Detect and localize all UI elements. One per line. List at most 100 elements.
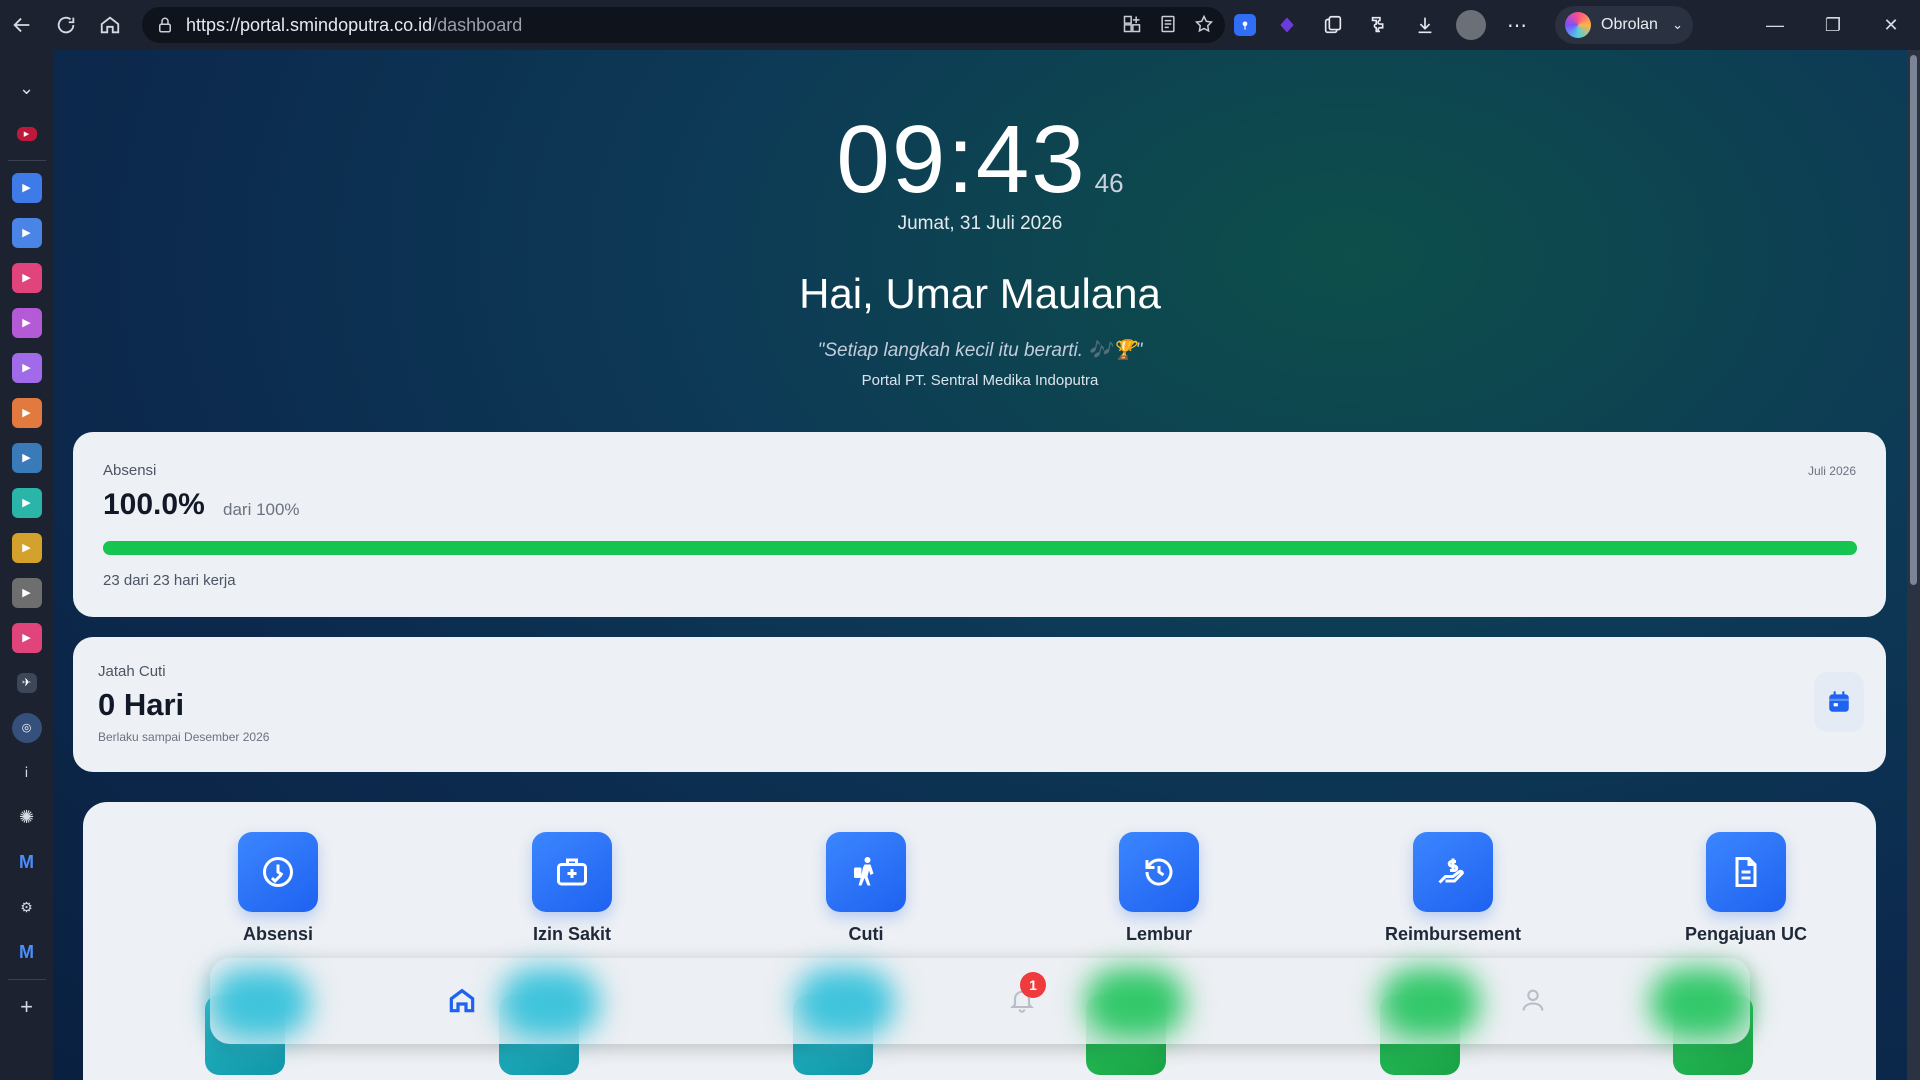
company-name: Portal PT. Sentral Medika Indoputra: [861, 372, 1099, 389]
sidebar-app-icon[interactable]: ▶: [0, 480, 53, 525]
sidebar-app-icon[interactable]: ▶: [0, 345, 53, 390]
copilot-icon: [1565, 12, 1591, 38]
calendar-button[interactable]: [1814, 672, 1864, 732]
leave-label: Jatah Cuti: [98, 663, 166, 680]
glass-blur: [795, 968, 895, 1038]
clock-time: 09:43: [836, 106, 1087, 213]
extension-purple-icon[interactable]: [1272, 10, 1302, 40]
sidebar-divider: [7, 979, 46, 980]
attendance-days: 23 dari 23 hari kerja: [103, 572, 236, 589]
sidebar-app-icon[interactable]: ⅰ: [0, 750, 53, 795]
attendance-progress-bar: [103, 541, 1857, 555]
menu-reimbursement[interactable]: Reimbursement: [1353, 832, 1553, 945]
sidebar-app-icon[interactable]: ▶: [0, 390, 53, 435]
attendance-label: Absensi: [103, 462, 157, 479]
bottom-nav: 1: [210, 958, 1750, 1044]
address-bar[interactable]: https://portal.smindoputra.co.id/dashboa…: [142, 7, 1225, 43]
attendance-percent: 100.0%: [103, 488, 205, 521]
menu-izin-sakit[interactable]: Izin Sakit: [472, 832, 672, 945]
refresh-icon: [57, 16, 75, 34]
current-date: Jumat, 31 Juli 2026: [897, 213, 1063, 234]
browser-toolbar: https://portal.smindoputra.co.id/dashboa…: [0, 0, 1920, 50]
window-controls: — ❐ ✕: [1746, 0, 1920, 50]
sidebar-active-app-icon[interactable]: ◎: [0, 705, 53, 750]
close-window-button[interactable]: ✕: [1862, 0, 1920, 50]
sidebar-collapse-icon[interactable]: ⌄: [0, 66, 53, 111]
chevron-down-icon: ⌄: [1672, 17, 1683, 32]
back-button[interactable]: [0, 0, 44, 50]
menu-label: Absensi: [242, 924, 314, 944]
sidebar-app-icon[interactable]: ▶: [0, 165, 53, 210]
browser-sidebar: ⌄ ▶ ▶ ▶ ▶ ▶ ▶ ▶ ▶ ▶ ▶ ▶ ▶ ✈ ◎ ⅰ ✺ M ⚙ M …: [0, 50, 53, 1080]
money-hand-icon: [1413, 832, 1493, 912]
leave-card: Jatah Cuti 0 Hari Berlaku sampai Desembe…: [73, 637, 1886, 772]
leave-value: 0 Hari: [98, 687, 185, 722]
menu-lembur[interactable]: Lembur: [1059, 832, 1259, 945]
sidebar-chatgpt-icon[interactable]: ✺: [0, 795, 53, 840]
sidebar-divider: [7, 160, 46, 161]
app-available-icon[interactable]: [1121, 13, 1143, 35]
sidebar-app-icon[interactable]: ▶: [0, 570, 53, 615]
greeting: Hai, Umar Maulana: [799, 270, 1161, 317]
sidebar-gmail-icon[interactable]: M: [0, 840, 53, 885]
nav-home-button[interactable]: [442, 978, 482, 1022]
clock-seconds: 46: [1094, 168, 1124, 198]
sidebar-app-icon[interactable]: ▶: [0, 255, 53, 300]
menu-cuti[interactable]: Cuti: [766, 832, 966, 945]
refresh-button[interactable]: [44, 0, 88, 50]
attendance-card: Absensi Juli 2026 100.0% dari 100% 23 da…: [73, 432, 1886, 617]
home-icon: [449, 988, 475, 1013]
copilot-chat-button[interactable]: Obrolan ⌄: [1555, 6, 1693, 44]
lock-icon: [159, 17, 171, 33]
password-manager-icon[interactable]: [1234, 14, 1256, 36]
restore-button[interactable]: ❐: [1804, 0, 1862, 50]
minimize-button[interactable]: —: [1746, 0, 1804, 50]
downloads-icon[interactable]: [1410, 10, 1440, 40]
traveler-icon: [826, 832, 906, 912]
calendar-icon: [1829, 691, 1849, 712]
favorite-star-icon[interactable]: [1193, 13, 1215, 35]
glass-blur: [210, 968, 310, 1038]
history-icon: [1119, 832, 1199, 912]
sidebar-add-icon[interactable]: +: [0, 984, 53, 1029]
sidebar-app-icon[interactable]: ▶: [0, 525, 53, 570]
sidebar-app-icon[interactable]: ▶: [0, 210, 53, 255]
profile-avatar[interactable]: [1456, 10, 1486, 40]
page-scrollbar[interactable]: [1907, 50, 1920, 1080]
menu-label: Cuti: [848, 924, 884, 944]
glass-blur: [1380, 968, 1480, 1038]
menu-label: Pengajuan UC: [1684, 924, 1808, 944]
notification-badge: 1: [1020, 972, 1046, 998]
attendance-progress-fill: [103, 541, 1857, 555]
attendance-month: Juli 2026: [1807, 464, 1856, 478]
motivational-quote: "Setiap langkah kecil itu berarti. 🎶🏆": [817, 340, 1143, 361]
menu-pengajuan-uc[interactable]: Pengajuan UC: [1646, 832, 1846, 945]
menu-absensi[interactable]: Absensi: [178, 832, 378, 945]
url-path: /dashboard: [432, 14, 523, 35]
menu-label: Lembur: [1125, 924, 1192, 944]
scrollbar-thumb[interactable]: [1910, 55, 1917, 585]
glass-blur: [1650, 968, 1750, 1038]
clock: 09:43 46: [53, 105, 1907, 215]
copilot-label: Obrolan: [1601, 16, 1658, 33]
sidebar-youtube-icon[interactable]: ▶: [0, 111, 53, 156]
glass-blur: [1085, 968, 1185, 1038]
sidebar-app-icon[interactable]: ⚙: [0, 885, 53, 930]
extensions-icon[interactable]: [1364, 10, 1394, 40]
leave-valid-until: Berlaku sampai Desember 2026: [98, 730, 270, 744]
clock-check-icon: [238, 832, 318, 912]
sidebar-telegram-icon[interactable]: ✈: [0, 660, 53, 705]
collections-icon[interactable]: [1318, 10, 1348, 40]
reader-mode-icon[interactable]: [1157, 13, 1179, 35]
sidebar-app-icon[interactable]: ▶: [0, 300, 53, 345]
sidebar-gmail-icon[interactable]: M: [0, 930, 53, 975]
more-menu-icon[interactable]: ⋯: [1502, 10, 1532, 40]
nav-profile-button[interactable]: [1513, 978, 1553, 1022]
home-button[interactable]: [88, 0, 132, 50]
sidebar-app-icon[interactable]: ▶: [0, 615, 53, 660]
document-icon: [1706, 832, 1786, 912]
user-icon: [1522, 989, 1544, 1011]
sidebar-app-icon[interactable]: ▶: [0, 435, 53, 480]
menu-label: Reimbursement: [1384, 924, 1522, 944]
url-host: https://portal.smindoputra.co.id: [186, 14, 433, 35]
